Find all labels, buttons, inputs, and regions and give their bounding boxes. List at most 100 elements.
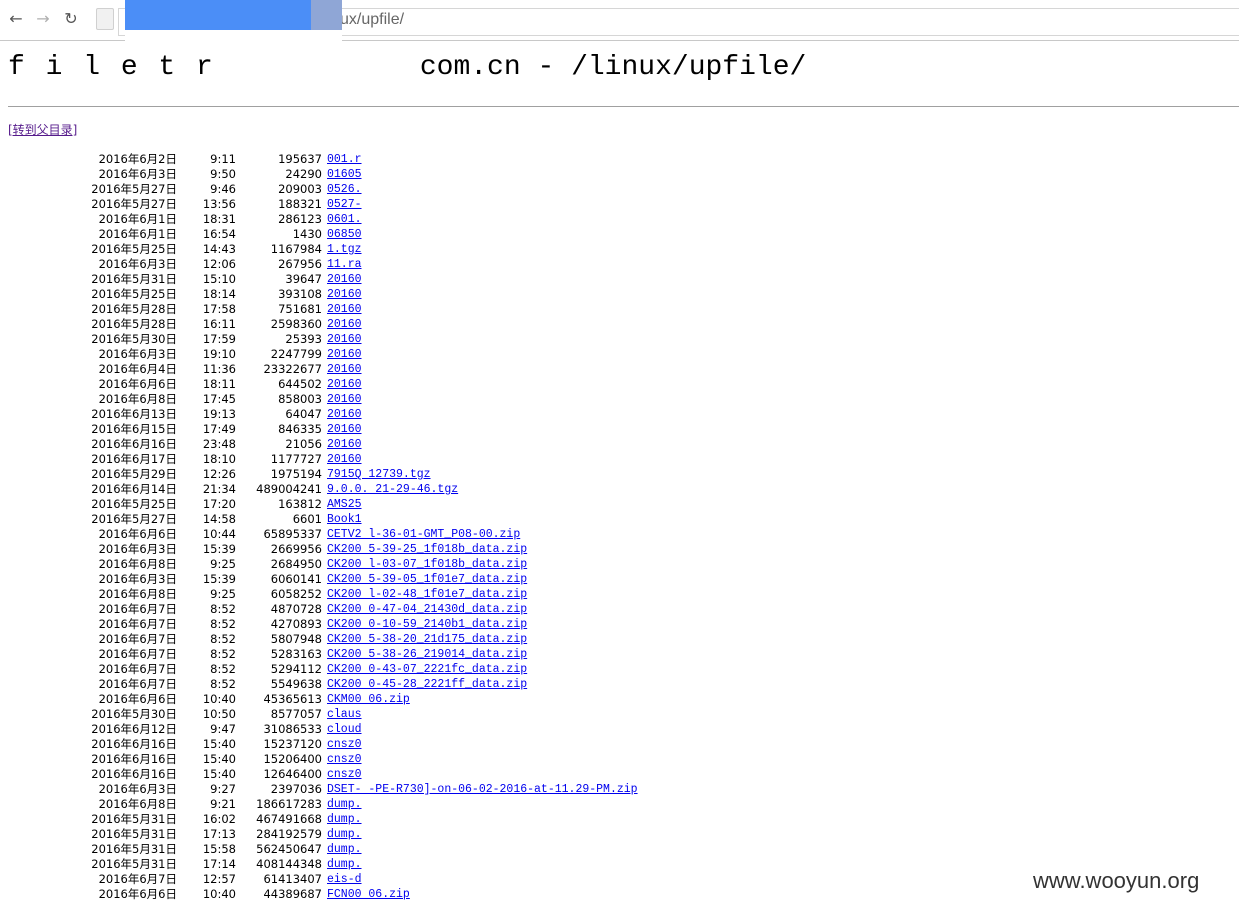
file-size: 186617283 [256, 797, 322, 811]
file-row: 2016年5月31日 17:13 284192579 dump. [0, 827, 1239, 842]
file-link[interactable]: FCN00 06.zip [327, 887, 410, 902]
file-time: 10:50 [202, 707, 236, 721]
file-link[interactable]: CK200 l-02-48_1f01e7_data.zip [327, 587, 527, 602]
file-row: 2016年5月27日 14:58 6601 Book1 [0, 512, 1239, 527]
page-title: f i l e t r com.cn - /linux/upfile/ [8, 50, 806, 86]
file-date: 2016年6月16日 [91, 752, 177, 766]
file-link[interactable]: 7915Q 12739.tgz [327, 467, 431, 482]
file-link[interactable]: 01605 [327, 167, 362, 182]
file-date: 2016年5月25日 [91, 497, 177, 511]
file-size: 15237120 [263, 737, 322, 751]
file-link[interactable]: claus [327, 707, 362, 722]
file-link[interactable]: Book1 [327, 512, 362, 527]
parent-directory-link[interactable]: [转到父目录] [8, 122, 77, 138]
file-link[interactable]: CK200 l-03-07_1f018b_data.zip [327, 557, 527, 572]
file-row: 2016年6月2日 9:11 195637 001.r [0, 152, 1239, 167]
file-link[interactable]: DSET- -PE-R730]-on-06-02-2016-at-11.29-P… [327, 782, 638, 797]
file-link[interactable]: CK200 5-38-26_219014_data.zip [327, 647, 527, 662]
file-date: 2016年6月14日 [91, 482, 177, 496]
file-date: 2016年6月6日 [98, 692, 177, 706]
file-time: 15:39 [202, 542, 236, 556]
file-date: 2016年6月7日 [98, 662, 177, 676]
file-link[interactable]: 0527- [327, 197, 362, 212]
file-link[interactable]: 20160 [327, 377, 362, 392]
file-link[interactable]: 20160 [327, 452, 362, 467]
file-link[interactable]: 20160 [327, 362, 362, 377]
reload-icon[interactable]: ↻ [61, 9, 81, 29]
forward-arrow-icon[interactable]: → [33, 9, 53, 29]
file-link[interactable]: dump. [327, 857, 362, 872]
file-row: 2016年6月6日 10:40 45365613 CKM00 06.zip [0, 692, 1239, 707]
file-size: 6601 [292, 512, 322, 526]
file-time: 12:57 [202, 872, 236, 886]
file-link[interactable]: AMS25 [327, 497, 362, 512]
file-link[interactable]: 0601. [327, 212, 362, 227]
file-link[interactable]: 20160 [327, 272, 362, 287]
file-time: 15:40 [202, 737, 236, 751]
file-row: 2016年5月29日 12:26 1975194 7915Q 12739.tgz [0, 467, 1239, 482]
address-bar-text[interactable]: ux/upfile/ [340, 11, 404, 29]
file-link[interactable]: cnsz0 [327, 752, 362, 767]
file-row: 2016年5月27日 9:46 209003 0526. [0, 182, 1239, 197]
file-date: 2016年6月7日 [98, 602, 177, 616]
file-date: 2016年6月8日 [98, 587, 177, 601]
file-link[interactable]: 20160 [327, 347, 362, 362]
file-link[interactable]: CK200 0-10-59_2140b1_data.zip [327, 617, 527, 632]
file-row: 2016年6月16日 15:40 15206400 cnsz0 [0, 752, 1239, 767]
file-link[interactable]: 20160 [327, 437, 362, 452]
file-row: 2016年6月6日 18:11 644502 20160 [0, 377, 1239, 392]
file-link[interactable]: 20160 [327, 392, 362, 407]
file-link[interactable]: dump. [327, 812, 362, 827]
file-date: 2016年6月8日 [98, 797, 177, 811]
file-date: 2016年6月15日 [91, 422, 177, 436]
file-link[interactable]: 20160 [327, 422, 362, 437]
file-link[interactable]: CK200 0-43-07_2221fc_data.zip [327, 662, 527, 677]
file-date: 2016年6月3日 [98, 572, 177, 586]
file-link[interactable]: CKM00 06.zip [327, 692, 410, 707]
file-link[interactable]: 20160 [327, 332, 362, 347]
file-link[interactable]: CK200 5-38-20_21d175_data.zip [327, 632, 527, 647]
file-link[interactable]: dump. [327, 842, 362, 857]
file-link[interactable]: 20160 [327, 302, 362, 317]
file-size: 44389687 [263, 887, 322, 901]
file-link[interactable]: cnsz0 [327, 737, 362, 752]
file-link[interactable]: 06850 [327, 227, 362, 242]
file-link[interactable]: 001.r [327, 152, 362, 167]
file-link[interactable]: CK200 0-45-28_2221ff_data.zip [327, 677, 527, 692]
file-date: 2016年5月31日 [91, 827, 177, 841]
file-row: 2016年6月7日 8:52 5294112 CK200 0-43-07_2221fc… [0, 662, 1239, 677]
file-link[interactable]: CK200 5-39-25_1f018b_data.zip [327, 542, 527, 557]
file-date: 2016年6月7日 [98, 872, 177, 886]
file-link[interactable]: CK200 5-39-05_1f01e7_data.zip [327, 572, 527, 587]
file-link[interactable]: cnsz0 [327, 767, 362, 782]
file-time: 9:25 [210, 557, 236, 571]
file-row: 2016年6月8日 9:21 186617283 dump. [0, 797, 1239, 812]
file-link[interactable]: 9.0.0. 21-29-46.tgz [327, 482, 458, 497]
file-link[interactable]: cloud [327, 722, 362, 737]
file-time: 8:52 [210, 617, 236, 631]
file-size: 25393 [285, 332, 322, 346]
file-date: 2016年5月27日 [91, 512, 177, 526]
file-link[interactable]: 1.tgz [327, 242, 362, 257]
file-date: 2016年6月3日 [98, 542, 177, 556]
file-size: 644502 [278, 377, 322, 391]
file-link[interactable]: 11.ra [327, 257, 362, 272]
file-link[interactable]: dump. [327, 797, 362, 812]
file-date: 2016年6月7日 [98, 617, 177, 631]
file-size: 393108 [278, 287, 322, 301]
file-link[interactable]: 20160 [327, 407, 362, 422]
back-arrow-icon[interactable]: ← [6, 9, 26, 29]
file-link[interactable]: CETV2 l-36-01-GMT_P08-00.zip [327, 527, 520, 542]
file-link[interactable]: 20160 [327, 287, 362, 302]
file-link[interactable]: dump. [327, 827, 362, 842]
file-date: 2016年6月17日 [91, 452, 177, 466]
page-title-prefix: f i l e t r [8, 52, 215, 83]
file-link[interactable]: CK200 0-47-04_21430d_data.zip [327, 602, 527, 617]
file-time: 8:52 [210, 662, 236, 676]
file-time: 17:20 [202, 497, 236, 511]
file-link[interactable]: eis-d [327, 872, 362, 887]
file-link[interactable]: 0526. [327, 182, 362, 197]
file-date: 2016年6月4日 [98, 362, 177, 376]
file-link[interactable]: 20160 [327, 317, 362, 332]
file-date: 2016年6月2日 [98, 152, 177, 166]
